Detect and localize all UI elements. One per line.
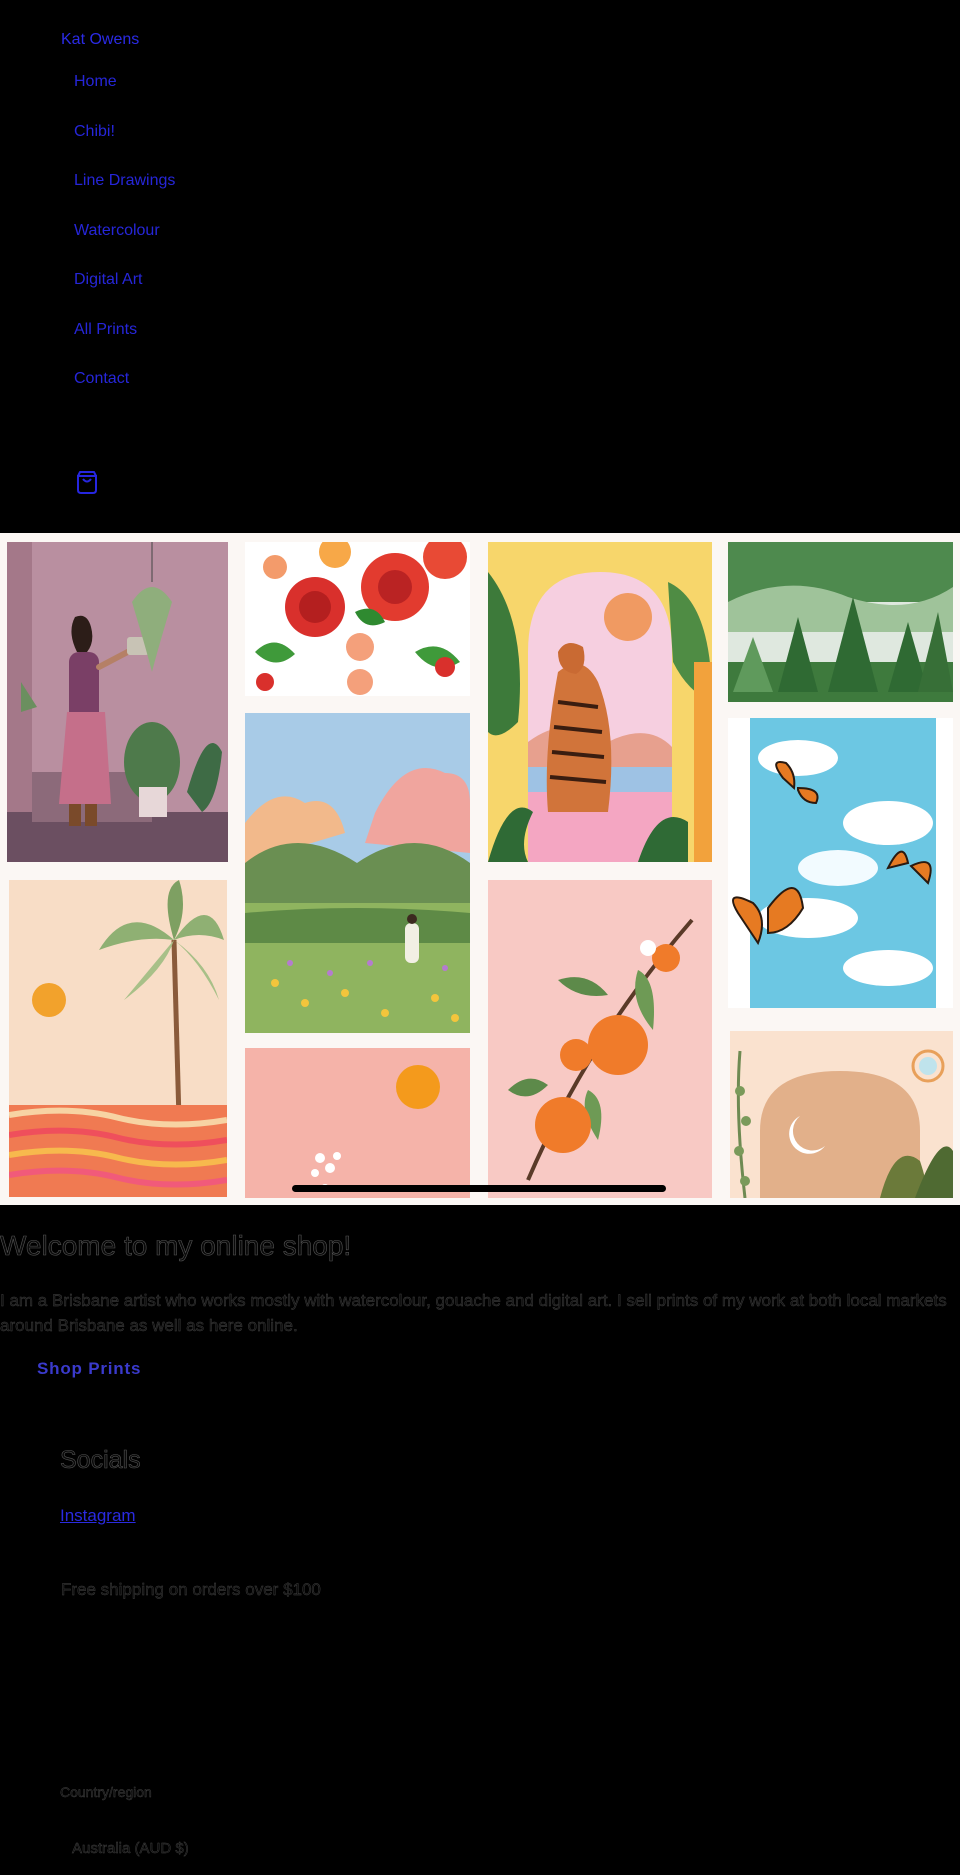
artwork-palm-tree-sunset [9, 880, 227, 1197]
nav-item-watercolour[interactable]: Watercolour [74, 222, 160, 240]
nav-item-contact[interactable]: Contact [74, 370, 129, 388]
site-title-link[interactable]: Kat Owens [61, 31, 139, 49]
artwork-tiger-under-arch [488, 542, 712, 862]
welcome-description: I am a Brisbane artist who works mostly … [0, 1291, 947, 1335]
shop-prints-button[interactable]: Shop Prints [37, 1359, 141, 1379]
artwork-orange-branch [488, 880, 712, 1198]
welcome-heading: Welcome to my online shop! [0, 1230, 352, 1262]
instagram-link[interactable]: Instagram [60, 1506, 136, 1526]
shopping-bag-icon [77, 471, 97, 494]
main-nav: Home Chibi! Line Drawings Watercolour Di… [74, 73, 175, 420]
nav-item-all-prints[interactable]: All Prints [74, 321, 137, 339]
nav-item-digital-art[interactable]: Digital Art [74, 271, 142, 289]
artwork-woman-watering-plants [7, 542, 228, 862]
socials-heading: Socials [60, 1446, 141, 1475]
artwork-misty-pine-forest [728, 542, 953, 702]
artwork-moon-arch-boho [730, 1031, 953, 1198]
country-region-label: Country/region [60, 1784, 152, 1800]
nav-item-home[interactable]: Home [74, 73, 117, 91]
country-region-selector[interactable]: Australia (AUD $) [72, 1840, 189, 1857]
hero-collage [0, 533, 960, 1205]
artwork-butterflies-sky [728, 718, 953, 1008]
nav-item-chibi[interactable]: Chibi! [74, 123, 115, 141]
nav-item-line-drawings[interactable]: Line Drawings [74, 172, 175, 190]
shipping-announcement: Free shipping on orders over $100 [61, 1580, 321, 1599]
artwork-pink-sun-wildflowers [245, 1048, 470, 1198]
artwork-meadow-landscape [245, 713, 470, 1033]
artwork-red-flowers [245, 542, 470, 696]
cart-button[interactable] [74, 469, 100, 495]
hero-scroll-indicator[interactable] [292, 1185, 666, 1192]
